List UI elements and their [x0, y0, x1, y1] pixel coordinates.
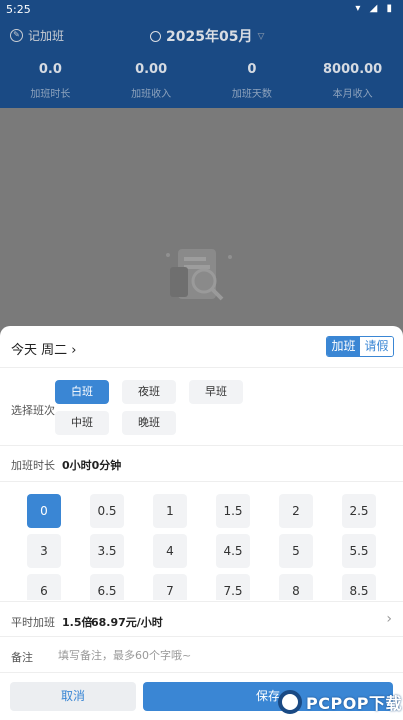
shift-label: 选择班次 [11, 404, 55, 417]
day-row: 今天 周二 › 加班 请假 [0, 326, 403, 368]
wifi-icon: ▾ [355, 3, 364, 14]
rate-row[interactable]: 平时加班 1.5倍 68.97元/小时 › [0, 601, 403, 637]
chevron-right-icon: › [71, 343, 77, 358]
hour-option-button[interactable]: 4 [153, 534, 187, 568]
day-selector[interactable]: 今天 周二 › [11, 339, 76, 358]
stat-overtime-hours: 0.0 加班时长 [0, 62, 101, 100]
stat-monthly-income: 8000.00 本月收入 [302, 62, 403, 100]
stat-label: 加班时长 [30, 89, 71, 100]
shift-chip-middle[interactable]: 中班 [55, 411, 109, 435]
hour-option-button[interactable]: 4.5 [216, 534, 250, 568]
hour-option-button[interactable]: 6.5 [90, 574, 124, 600]
chevron-right-icon: › [386, 611, 392, 627]
hour-option-button[interactable]: 8 [279, 574, 313, 600]
type-toggle: 加班 请假 [326, 336, 394, 357]
hour-option-button[interactable]: 5 [279, 534, 313, 568]
stat-label: 加班收入 [131, 89, 172, 100]
stat-label: 加班天数 [231, 89, 272, 100]
signal-icon: ◢ [369, 3, 381, 14]
stats-row: 0.0 加班时长 0.00 加班收入 0 加班天数 8000.00 本月收入 [0, 62, 403, 100]
day-label: 今天 周二 [11, 343, 68, 358]
hour-option-button[interactable]: 5.5 [342, 534, 376, 568]
status-icons: ▾ ◢ ▮ [355, 3, 395, 14]
hour-option-button[interactable]: 0.5 [90, 494, 124, 528]
watermark-logo-icon [278, 690, 302, 714]
chevron-down-icon: ▿ [257, 28, 265, 44]
note-label: 备注 [11, 651, 33, 664]
battery-icon: ▮ [386, 3, 395, 14]
hour-option-button[interactable]: 2.5 [342, 494, 376, 528]
shift-row: 选择班次 白班 夜班 早班 中班 晚班 [0, 368, 403, 446]
shift-chip-morning[interactable]: 早班 [189, 380, 243, 404]
month-selector[interactable]: 2025年05月 ▿ [150, 26, 264, 46]
shift-chip-day[interactable]: 白班 [55, 380, 109, 404]
hour-option-button[interactable]: 6 [27, 574, 61, 600]
header: ✎ 记加班 2025年05月 ▿ 0.0 加班时长 0.00 加班收入 0 加班… [0, 18, 403, 108]
hour-option-button[interactable]: 1.5 [216, 494, 250, 528]
status-bar: 5:25 ▾ ◢ ▮ [0, 0, 403, 18]
brand-icon: ✎ [10, 29, 23, 42]
hour-option-button[interactable]: 0 [27, 494, 61, 528]
brand-label: 记加班 [28, 29, 65, 43]
stat-overtime-days: 0 加班天数 [202, 62, 303, 100]
rate-multiplier: 1.5倍 [62, 616, 93, 629]
stat-value: 0.0 [38, 62, 62, 77]
hour-option-button[interactable]: 8.5 [342, 574, 376, 600]
hour-option-button[interactable]: 3 [27, 534, 61, 568]
duration-label: 加班时长 [11, 459, 55, 472]
clock-icon [150, 30, 161, 42]
rate-label: 平时加班 [11, 616, 55, 629]
duration-row: 加班时长 0小时0分钟 [0, 446, 403, 482]
brand: ✎ 记加班 [10, 27, 64, 44]
hour-option-button[interactable]: 3.5 [90, 534, 124, 568]
empty-document-icon [166, 249, 232, 301]
cancel-button[interactable]: 取消 [10, 682, 136, 711]
hours-grid[interactable]: 0 0.5 1 1.5 2 2.5 3 3.5 4 4.5 5 5.5 6 6.5 7 7.5 8 8.5 [0, 482, 403, 600]
status-time: 5:25 [6, 3, 31, 16]
hour-option-button[interactable]: 2 [279, 494, 313, 528]
overtime-sheet: 今天 周二 › 加班 请假 选择班次 白班 夜班 早班 中班 晚班 加班时长 0… [0, 326, 403, 720]
rate-value: 68.97元/小时 [91, 616, 163, 629]
note-input[interactable] [58, 642, 378, 668]
shift-chip-evening[interactable]: 晚班 [122, 411, 176, 435]
watermark: PCPOP下载 [278, 684, 403, 720]
note-row: 备注 [0, 637, 403, 673]
month-label: 2025年05月 [166, 29, 253, 45]
watermark-text: PCPOP下载 [306, 694, 403, 713]
stat-overtime-income: 0.00 加班收入 [101, 62, 202, 100]
stat-value: 0 [247, 62, 257, 77]
duration-value: 0小时0分钟 [62, 459, 122, 472]
hour-option-button[interactable]: 7 [153, 574, 187, 600]
modal-overlay[interactable] [0, 108, 403, 328]
stat-label: 本月收入 [332, 89, 373, 100]
tab-leave[interactable]: 请假 [360, 337, 393, 356]
stat-value: 0.00 [135, 62, 168, 77]
hour-option-button[interactable]: 7.5 [216, 574, 250, 600]
hour-option-button[interactable]: 1 [153, 494, 187, 528]
stat-value: 8000.00 [323, 62, 383, 77]
tab-overtime[interactable]: 加班 [327, 337, 360, 356]
shift-chip-night[interactable]: 夜班 [122, 380, 176, 404]
